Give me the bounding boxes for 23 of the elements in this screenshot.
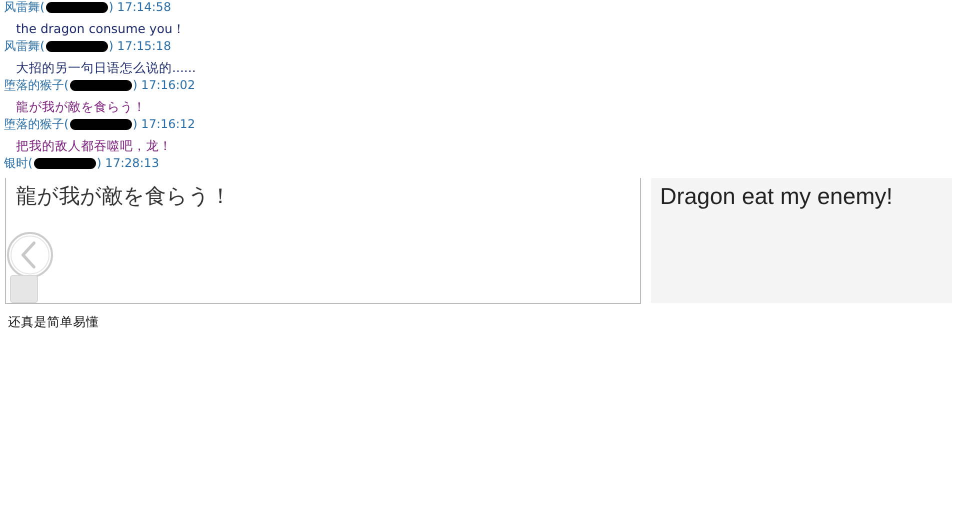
- redaction-mark: [46, 2, 108, 12]
- redaction-mark: [46, 40, 108, 52]
- sender-name: 堕落的猴子(: [4, 76, 69, 94]
- source-text: 龍が我が敵を食らう！: [15, 183, 232, 210]
- caption-text: 还真是简单易懂: [8, 314, 100, 331]
- message-time: ) 17:28:13: [96, 156, 160, 170]
- sender-name: 风雷舞(: [4, 0, 45, 16]
- redaction-mark: [70, 118, 132, 130]
- sender-name: 银时(: [4, 154, 33, 172]
- message-text: 大招的另一句日语怎么说的......: [15, 59, 197, 77]
- sender-name: 堕落的猴子(: [4, 116, 69, 132]
- message-time: ) 17:14:58: [108, 0, 172, 14]
- sender-name: 风雷舞(: [4, 38, 45, 54]
- message-time: ) 17:16:12: [132, 117, 196, 131]
- message-time: ) 17:16:02: [132, 78, 196, 92]
- redaction-mark: [70, 80, 132, 90]
- message-text: 龍が我が敵を食らう！: [15, 98, 147, 116]
- square-button[interactable]: [10, 275, 38, 303]
- message-text: 把我的敌人都吞噬吧，龙！: [15, 137, 173, 155]
- translation-text: Dragon eat my enemy!: [659, 182, 894, 210]
- message-time: ) 17:15:18: [108, 39, 172, 53]
- message-text: the dragon consume you！: [15, 20, 186, 38]
- redaction-mark: [34, 158, 96, 168]
